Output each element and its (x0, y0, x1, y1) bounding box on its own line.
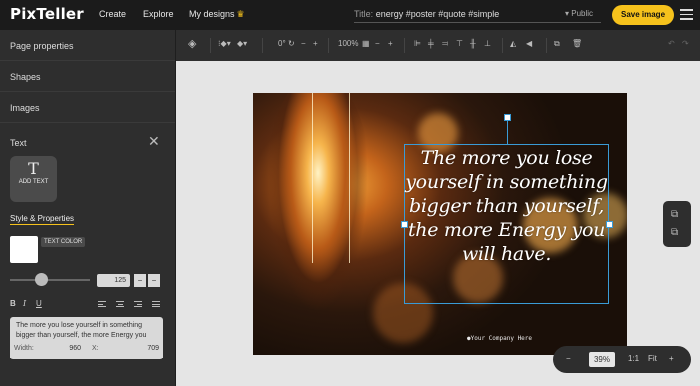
opacity-value[interactable]: 100% (338, 39, 358, 48)
top-bar: PixTeller Create Explore My designs ♛ Tit… (0, 0, 700, 30)
save-image-button[interactable]: Save image (612, 5, 674, 25)
redo-icon[interactable]: ↷ (682, 39, 689, 48)
zoom-out-button[interactable]: − (566, 354, 571, 363)
align-left-edge-icon[interactable]: ⊫ (414, 39, 421, 48)
flip-vertical-icon[interactable]: ◆▾ (237, 39, 247, 48)
visibility-select[interactable]: ▾ Public (565, 9, 593, 18)
delete-icon[interactable]: 🗑 (572, 39, 582, 48)
credit-text[interactable]: ●Your Company Here (467, 335, 532, 342)
underline-icon[interactable]: U (36, 299, 42, 308)
nav-create[interactable]: Create (99, 9, 126, 19)
close-icon[interactable]: ✕ (148, 133, 160, 150)
align-middle-icon[interactable]: ╫ (470, 39, 476, 48)
rotation-value[interactable]: 0° (278, 39, 286, 48)
align-justify-icon[interactable] (152, 301, 160, 308)
nav-explore[interactable]: Explore (143, 9, 174, 19)
align-bottom-icon[interactable]: ⊥ (484, 39, 491, 48)
flip-icon[interactable]: ◭ (510, 39, 516, 48)
zoom-in-button[interactable]: + (669, 354, 674, 363)
style-properties-header: Style & Properties (10, 214, 75, 225)
layers-icon[interactable]: ◈ (188, 37, 196, 50)
zoom-bar: − 39% 1:1 Fit + (553, 346, 691, 373)
align-left-icon[interactable] (98, 301, 106, 308)
add-text-button[interactable]: T ADD TEXT (10, 156, 57, 202)
zoom-1-1-button[interactable]: 1:1 (628, 354, 639, 363)
editor-toolbar: ◈ ⁝◆▾ ◆▾ 0° ↻ − + 100% ▦ − + ⊫ ╪ ⫤ ⊤ ╫ ⊥… (176, 30, 700, 61)
duplicate-icon[interactable]: ⧉ (554, 39, 560, 49)
undo-icon[interactable]: ↶ (668, 39, 675, 48)
rotate-handle[interactable] (504, 114, 511, 121)
bulb-image (263, 93, 373, 323)
text-panel: Text ✕ T ADD TEXT Style & Properties TEX… (0, 126, 176, 359)
font-size-slider-thumb[interactable] (35, 273, 48, 286)
nav-my-designs[interactable]: My designs ♛ (189, 9, 245, 20)
x-label: X: (92, 345, 99, 352)
text-icon: T (28, 159, 39, 178)
align-right-icon[interactable] (134, 301, 142, 308)
opacity-increase-button[interactable]: + (388, 39, 393, 48)
text-color-swatch[interactable] (10, 236, 38, 263)
align-center-icon[interactable] (116, 301, 124, 308)
nav-my-designs-label: My designs (189, 9, 235, 19)
font-size-decrease-button[interactable]: − (134, 274, 146, 287)
sidebar-item-page-properties[interactable]: Page properties (0, 30, 175, 61)
title-value: energy #poster #quote #simple (375, 9, 500, 19)
sidebar-item-images[interactable]: Images (0, 92, 175, 123)
layer-controls: ⧉ ⧉ (663, 201, 691, 247)
opacity-icon[interactable]: ▦ (362, 39, 370, 48)
font-size-increase-button[interactable]: − (148, 274, 160, 287)
crown-icon: ♛ (236, 9, 245, 19)
format-row: B I U (10, 299, 166, 311)
sidebar-item-shapes[interactable]: Shapes (0, 61, 175, 92)
width-value: 960 (69, 345, 81, 352)
align-top-icon[interactable]: ⊤ (456, 39, 463, 48)
zoom-value[interactable]: 39% (589, 352, 615, 367)
opacity-decrease-button[interactable]: − (375, 39, 380, 48)
align-right-edge-icon[interactable]: ⫤ (442, 39, 448, 49)
italic-icon[interactable]: I (23, 299, 26, 308)
bring-forward-icon[interactable]: ⧉ (671, 209, 678, 220)
visibility-value: Public (571, 9, 594, 18)
sidebar: Page properties Shapes Images Text ✕ T A… (0, 30, 176, 386)
width-field[interactable]: Width: 960 (10, 340, 85, 358)
add-text-label: ADD TEXT (18, 179, 49, 185)
zoom-fit-button[interactable]: Fit (648, 354, 657, 363)
bold-icon[interactable]: B (10, 299, 16, 308)
rotation-line (507, 121, 508, 144)
send-backward-icon[interactable]: ⧉ (671, 227, 678, 238)
menu-icon[interactable] (680, 9, 693, 20)
rotate-increase-button[interactable]: + (313, 39, 318, 48)
quote-text[interactable]: The more you lose yourself in something … (404, 144, 609, 266)
rotate-decrease-button[interactable]: − (301, 39, 306, 48)
x-value: 709 (147, 345, 159, 352)
text-color-tooltip: TEXT COLOR (41, 237, 86, 247)
flip-horizontal-icon[interactable]: ⁝◆▾ (218, 39, 231, 48)
font-size-input[interactable]: 125 (97, 274, 130, 287)
rotate-icon[interactable]: ↻ (288, 39, 295, 48)
title-label: Title: (354, 9, 374, 19)
font-size-slider-track[interactable] (10, 279, 90, 281)
mirror-icon[interactable]: ◀ (526, 39, 532, 48)
title-input[interactable]: Title: energy #poster #quote #simple (354, 6, 601, 23)
x-field[interactable]: X: 709 (88, 340, 163, 358)
width-label: Width: (14, 345, 34, 352)
align-center-h-icon[interactable]: ╪ (428, 39, 434, 48)
logo[interactable]: PixTeller (10, 5, 84, 23)
